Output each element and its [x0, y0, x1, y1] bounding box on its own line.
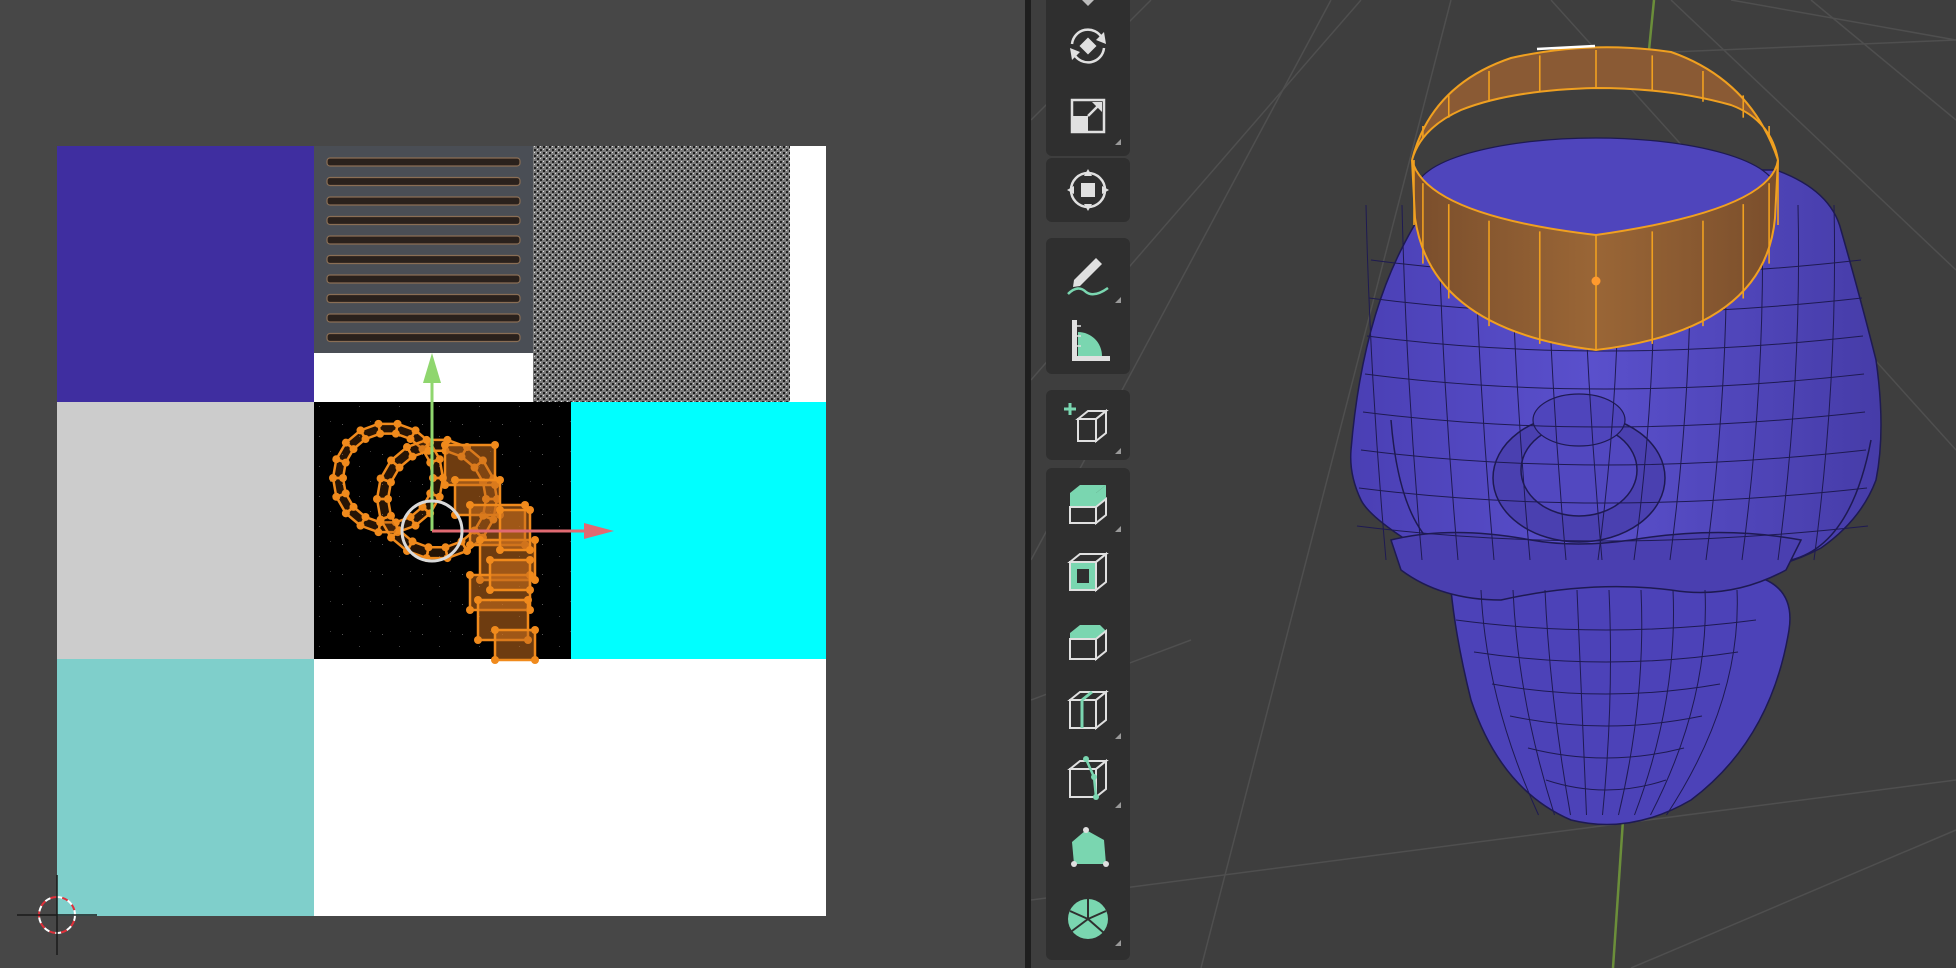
tool-group-mesh-edit — [1046, 468, 1130, 960]
knife-tool[interactable] — [1052, 747, 1124, 811]
noise-pattern — [533, 146, 790, 402]
poly-build-icon — [1071, 827, 1109, 867]
extrude-region-icon — [1069, 485, 1107, 526]
measure-icon — [1072, 320, 1110, 361]
scale-tool[interactable] — [1052, 84, 1124, 148]
texture-detail-overlay — [314, 146, 790, 659]
tool-group-annotate — [1046, 238, 1130, 374]
selected-band[interactable] — [1411, 44, 1779, 352]
uv-texture-image[interactable] — [57, 146, 826, 916]
rotate-icon — [1070, 28, 1106, 64]
viewport-scene — [1031, 0, 1956, 968]
add-cube-tool[interactable] — [1052, 393, 1124, 457]
poly-build-tool[interactable] — [1052, 816, 1124, 880]
inset-faces-icon — [1067, 551, 1109, 593]
vent-slats — [326, 157, 521, 343]
transform-icon — [1067, 169, 1109, 211]
scale-icon — [1070, 98, 1106, 134]
annotate-tool[interactable] — [1052, 242, 1124, 306]
rotate-tool[interactable] — [1052, 14, 1124, 78]
transform-tool[interactable] — [1052, 158, 1124, 222]
chevron-down-icon[interactable] — [1082, 0, 1094, 6]
extrude-region-tool[interactable] — [1052, 471, 1124, 535]
3d-viewport[interactable] — [1031, 0, 1956, 968]
bevel-icon — [1069, 625, 1107, 662]
knife-icon — [1067, 756, 1109, 800]
bevel-tool[interactable] — [1052, 609, 1124, 673]
spin-tool[interactable] — [1052, 885, 1124, 949]
z-axis-line-lower — [1611, 819, 1625, 968]
loop-cut-icon — [1067, 689, 1109, 731]
tool-group-transform — [1046, 0, 1130, 156]
object-origin — [1591, 276, 1601, 286]
annotate-icon — [1067, 258, 1109, 296]
tool-group-add — [1046, 390, 1130, 460]
spin-icon — [1068, 899, 1108, 939]
uv-editor[interactable] — [0, 0, 1025, 968]
tool-shelf — [1046, 0, 1130, 968]
tool-group-transform-2 — [1046, 158, 1130, 222]
add-cube-icon — [1064, 403, 1109, 444]
speckle-pattern — [314, 402, 571, 659]
inset-faces-tool[interactable] — [1052, 540, 1124, 604]
measure-tool[interactable] — [1052, 308, 1124, 372]
loop-cut-tool[interactable] — [1052, 678, 1124, 742]
